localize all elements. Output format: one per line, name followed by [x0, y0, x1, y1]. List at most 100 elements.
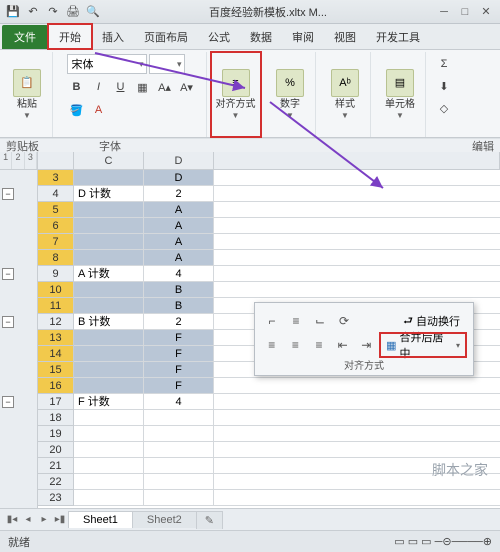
row-header[interactable]: 4 [38, 186, 74, 202]
tab-data[interactable]: 数据 [240, 25, 282, 49]
underline-button[interactable]: U [111, 77, 131, 97]
tab-home[interactable]: 开始 [48, 24, 92, 49]
orientation-icon[interactable]: ⟳ [335, 312, 353, 330]
clear-icon[interactable]: ◇ [434, 98, 454, 118]
sheet-nav-first[interactable]: ▮◂ [4, 512, 20, 528]
cell-c[interactable] [74, 474, 144, 490]
row-header[interactable]: 13 [38, 330, 74, 346]
cell-d[interactable] [144, 410, 214, 426]
preview-icon[interactable]: 🔍 [84, 3, 102, 21]
row-header[interactable]: 14 [38, 346, 74, 362]
cell-d[interactable]: D [144, 170, 214, 186]
row-header[interactable]: 12 [38, 314, 74, 330]
row-header[interactable]: 16 [38, 378, 74, 394]
cell-empty[interactable] [214, 218, 500, 234]
outline-collapse[interactable]: − [2, 396, 14, 408]
cell-d[interactable]: F [144, 378, 214, 394]
cell-c[interactable] [74, 410, 144, 426]
autosum-icon[interactable]: Σ [434, 54, 454, 74]
cell-d[interactable] [144, 442, 214, 458]
cell-d[interactable]: 4 [144, 394, 214, 410]
cell-c[interactable]: B 计数 [74, 314, 144, 330]
styles-button[interactable]: Aᵇ样式▼ [324, 62, 366, 128]
align-left-icon[interactable]: ≡ [263, 336, 281, 354]
sheet-tab-2[interactable]: Sheet2 [132, 511, 197, 528]
align-center-icon[interactable]: ≡ [287, 336, 305, 354]
cell-empty[interactable] [214, 442, 500, 458]
cell-d[interactable]: F [144, 330, 214, 346]
fill-color-button[interactable]: 🪣 [67, 100, 87, 120]
col-header-d[interactable]: D [144, 152, 214, 169]
cell-c[interactable] [74, 346, 144, 362]
cell-empty[interactable] [214, 186, 500, 202]
cell-empty[interactable] [214, 234, 500, 250]
font-color-button[interactable]: A [89, 100, 109, 120]
outline-level-3[interactable]: 3 [25, 152, 37, 169]
sheet-nav-next[interactable]: ▸ [36, 512, 52, 528]
row-header[interactable]: 21 [38, 458, 74, 474]
cell-empty[interactable] [214, 170, 500, 186]
align-top-icon[interactable]: ⌐ [263, 312, 281, 330]
cell-c[interactable] [74, 298, 144, 314]
cell-c[interactable]: A 计数 [74, 266, 144, 282]
maximize-button[interactable]: □ [455, 4, 475, 20]
indent-decrease-icon[interactable]: ⇤ [334, 336, 352, 354]
cell-empty[interactable] [214, 394, 500, 410]
tab-view[interactable]: 视图 [324, 25, 366, 49]
row-header[interactable]: 3 [38, 170, 74, 186]
tab-developer[interactable]: 开发工具 [366, 25, 430, 49]
cell-c[interactable] [74, 442, 144, 458]
row-header[interactable]: 7 [38, 234, 74, 250]
cell-c[interactable] [74, 378, 144, 394]
cell-c[interactable] [74, 458, 144, 474]
cell-empty[interactable] [214, 250, 500, 266]
minimize-button[interactable]: ─ [434, 4, 454, 20]
cell-d[interactable]: A [144, 218, 214, 234]
cells-button[interactable]: ▤单元格▼ [379, 62, 421, 128]
cell-d[interactable]: 4 [144, 266, 214, 282]
merge-center-button[interactable]: ▦ 合并后居中 ▾ [381, 334, 465, 356]
paste-button[interactable]: 📋 粘贴 ▼ [6, 62, 48, 128]
tab-page-layout[interactable]: 页面布局 [134, 25, 198, 49]
zoom-controls[interactable]: ▭ ▭ ▭ ─⊝────⊕ [394, 535, 492, 548]
row-header[interactable]: 6 [38, 218, 74, 234]
cell-d[interactable]: B [144, 282, 214, 298]
col-header-c[interactable]: C [74, 152, 144, 169]
print-icon[interactable]: 🖨 [64, 3, 82, 21]
cell-empty[interactable] [214, 202, 500, 218]
cell-empty[interactable] [214, 410, 500, 426]
cell-d[interactable]: A [144, 250, 214, 266]
border-button[interactable]: ▦ [133, 77, 153, 97]
font-grow-icon[interactable]: A▴ [155, 77, 175, 97]
row-header[interactable]: 23 [38, 490, 74, 506]
row-header[interactable]: 11 [38, 298, 74, 314]
row-header[interactable]: 8 [38, 250, 74, 266]
cell-d[interactable]: F [144, 362, 214, 378]
fill-icon[interactable]: ⬇ [434, 76, 454, 96]
outline-collapse[interactable]: − [2, 188, 14, 200]
sheet-tab-new[interactable]: ✎ [196, 511, 223, 529]
row-header[interactable]: 22 [38, 474, 74, 490]
cell-c[interactable]: D 计数 [74, 186, 144, 202]
cell-d[interactable]: 2 [144, 186, 214, 202]
cell-empty[interactable] [214, 426, 500, 442]
row-header[interactable]: 17 [38, 394, 74, 410]
redo-icon[interactable]: ↷ [44, 3, 62, 21]
cell-d[interactable] [144, 458, 214, 474]
tab-file[interactable]: 文件 [2, 25, 48, 49]
cell-c[interactable] [74, 250, 144, 266]
cell-c[interactable] [74, 234, 144, 250]
cell-empty[interactable] [214, 490, 500, 506]
cell-d[interactable] [144, 490, 214, 506]
tab-review[interactable]: 审阅 [282, 25, 324, 49]
cell-c[interactable] [74, 282, 144, 298]
cell-d[interactable] [144, 474, 214, 490]
outline-level-1[interactable]: 1 [0, 152, 12, 169]
cell-c[interactable]: F 计数 [74, 394, 144, 410]
row-header[interactable]: 5 [38, 202, 74, 218]
sheet-nav-last[interactable]: ▸▮ [52, 512, 68, 528]
sheet-tab-1[interactable]: Sheet1 [68, 511, 133, 528]
select-all-corner[interactable] [38, 152, 74, 169]
cell-empty[interactable] [214, 378, 500, 394]
close-button[interactable]: ✕ [476, 4, 496, 20]
